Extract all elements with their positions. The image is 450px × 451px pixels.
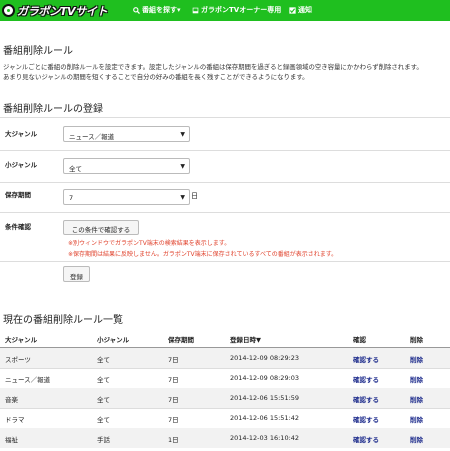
period-value: 7 (69, 194, 74, 202)
main-genre-value: ニュース／報道 (69, 133, 115, 141)
confirm-label: 条件確認 (5, 223, 31, 231)
nav-owner-label: ガラポンTVオーナー専用 (201, 6, 282, 14)
nav-search-programs[interactable]: 番組を探す▾ (133, 5, 181, 15)
nav-search-label: 番組を探す▾ (142, 6, 181, 14)
row-sub-genre: 全て (97, 376, 110, 384)
row-registered-at: 2014-12-06 15:51:42 (230, 414, 300, 422)
table-header: 大ジャンル 小ジャンル 保存期間 登録日時▼ 確認 削除 (0, 332, 450, 347)
period-suffix: 日 (191, 192, 198, 200)
logo-text: ガラポンTVサイト (17, 4, 108, 18)
row-sub-genre: 全て (97, 356, 110, 364)
row-period: 7日 (168, 396, 179, 404)
chevron-down-icon: ▼ (180, 194, 185, 201)
nav-owner-only[interactable]: ガラポンTVオーナー専用 (192, 5, 281, 15)
search-icon (133, 6, 140, 14)
row-sub-genre: 全て (97, 396, 110, 404)
row-period: 1日 (168, 436, 179, 444)
row-confirm-link[interactable]: 確認する (353, 374, 379, 384)
row-confirm-link[interactable]: 確認する (353, 434, 379, 444)
row-main-genre: 音楽 (5, 396, 18, 404)
row-period: 7日 (168, 416, 179, 424)
row-registered-at: 2014-12-03 16:10:42 (230, 434, 300, 442)
description-line-1: ジャンルごとに番組の削除ルールを設定できます。設定したジャンルの番組は保存期間を… (3, 63, 423, 71)
period-label: 保存期間 (5, 191, 31, 199)
row-delete-link[interactable]: 削除 (410, 434, 423, 444)
divider (0, 212, 450, 213)
row-confirm-link[interactable]: 確認する (353, 394, 379, 404)
row-main-genre: ドラマ (5, 416, 25, 424)
period-select[interactable]: 7 ▼ (63, 189, 190, 205)
table-row: ニュース／報道 全て 7日 2014-12-09 08:29:03 確認する 削… (0, 368, 450, 388)
col-sub-genre: 小ジャンル (97, 336, 130, 344)
chevron-down-icon: ▼ (180, 163, 185, 170)
col-period: 保存期間 (168, 336, 194, 344)
confirm-condition-button[interactable]: この条件で確認する (63, 220, 139, 235)
list-section-title: 現在の番組削除ルール一覧 (3, 315, 123, 326)
check-icon (289, 6, 296, 14)
divider (0, 150, 450, 151)
divider (0, 117, 450, 118)
row-delete-link[interactable]: 削除 (410, 354, 423, 364)
table-row: ドラマ 全て 7日 2014-12-06 15:51:42 確認する 削除 (0, 408, 450, 428)
description-line-2: あまり見ないジャンルの期間を短くすることで自分の好みの番組を長く残すことができる… (3, 73, 309, 81)
row-main-genre: スポーツ (5, 356, 31, 364)
row-sub-genre: 全て (97, 416, 110, 424)
table-row: 福祉 手話 1日 2014-12-03 16:10:42 確認する 削除 (0, 428, 450, 448)
note-period-not-reflected: ※保存期間は結果に反映しません。ガラポンTV端末に保存されているすべての番組が表… (68, 251, 338, 258)
logo-icon (2, 4, 15, 17)
table-row: 音楽 全て 7日 2014-12-06 15:51:59 確認する 削除 (0, 388, 450, 408)
col-confirm: 確認 (353, 336, 366, 344)
main-genre-select[interactable]: ニュース／報道 ▼ (63, 126, 190, 142)
row-delete-link[interactable]: 削除 (410, 374, 423, 384)
row-registered-at: 2014-12-06 15:51:59 (230, 394, 300, 402)
col-registered-at[interactable]: 登録日時▼ (230, 334, 261, 344)
chevron-down-icon: ▼ (180, 131, 185, 138)
row-main-genre: 福祉 (5, 436, 18, 444)
row-registered-at: 2014-12-09 08:29:23 (230, 354, 300, 362)
row-registered-at: 2014-12-09 08:29:03 (230, 374, 300, 382)
main-genre-label: 大ジャンル (5, 130, 38, 138)
site-logo[interactable]: ガラポンTVサイト (2, 3, 108, 18)
page-description: ジャンルごとに番組の削除ルールを設定できます。設定したジャンルの番組は保存期間を… (3, 62, 450, 82)
user-icon (192, 7, 199, 13)
divider (0, 182, 450, 183)
row-period: 7日 (168, 376, 179, 384)
row-main-genre: ニュース／報道 (5, 376, 51, 384)
row-confirm-link[interactable]: 確認する (353, 414, 379, 424)
sub-genre-label: 小ジャンル (5, 161, 38, 169)
page-title: 番組削除ルール (3, 46, 73, 57)
row-delete-link[interactable]: 削除 (410, 394, 423, 404)
row-sub-genre: 手話 (97, 436, 110, 444)
table-row: スポーツ 全て 7日 2014-12-09 08:29:23 確認する 削除 (0, 348, 450, 368)
sub-genre-select[interactable]: 全て ▼ (63, 158, 190, 174)
row-period: 7日 (168, 356, 179, 364)
divider (0, 261, 450, 262)
sub-genre-value: 全て (69, 165, 82, 173)
row-confirm-link[interactable]: 確認する (353, 354, 379, 364)
row-delete-link[interactable]: 削除 (410, 414, 423, 424)
register-section-title: 番組削除ルールの登録 (3, 104, 103, 115)
nav-notifications-label: 通知 (298, 6, 312, 14)
top-navbar: ガラポンTVサイト 番組を探す▾ ガラポンTVオーナー専用 通知 (0, 0, 450, 21)
nav-notifications[interactable]: 通知 (289, 5, 312, 15)
note-separate-window: ※別ウィンドウでガラポンTV端末の検索結果を表示します。 (68, 240, 231, 247)
register-button[interactable]: 登録 (63, 266, 90, 282)
col-delete: 削除 (410, 336, 423, 344)
col-main-genre: 大ジャンル (5, 336, 38, 344)
